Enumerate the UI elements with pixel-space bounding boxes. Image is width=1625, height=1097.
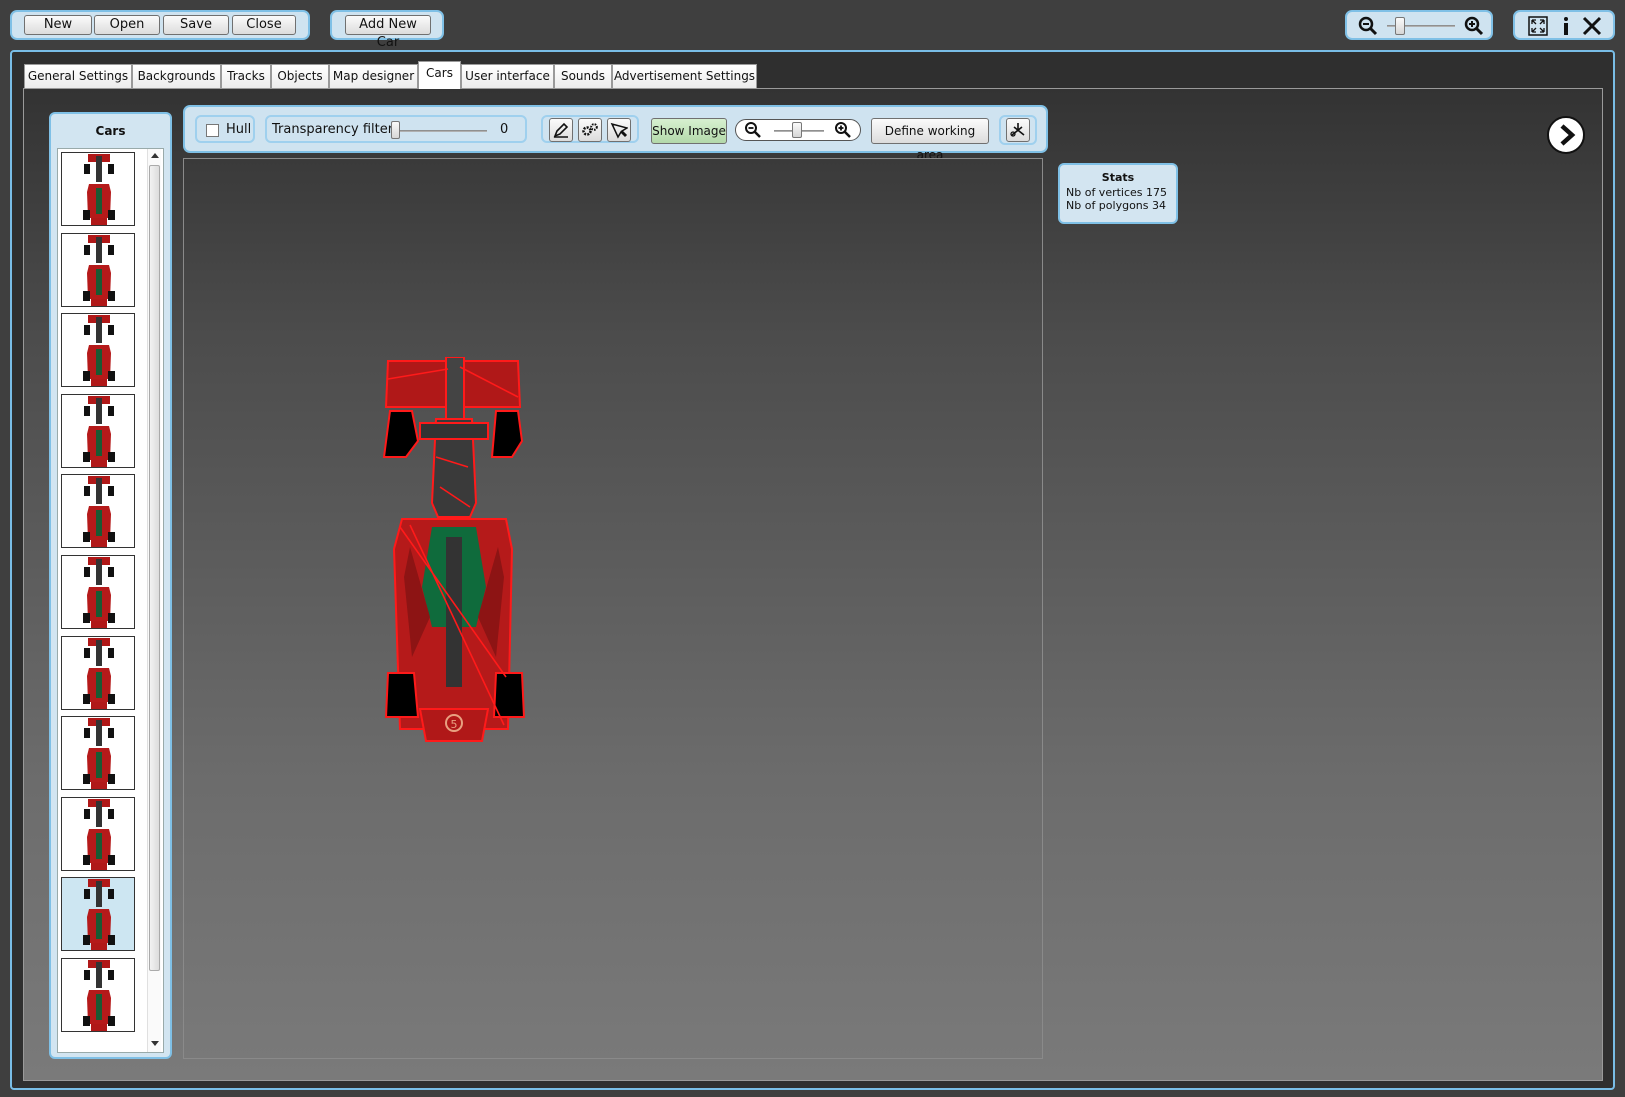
cars-list[interactable] xyxy=(57,148,164,1053)
car-thumbnail[interactable] xyxy=(61,393,135,468)
car-thumbnail[interactable] xyxy=(61,877,135,952)
crop-group xyxy=(999,115,1037,145)
car-thumbnail[interactable] xyxy=(61,555,135,629)
pen-icon xyxy=(553,122,569,138)
open-button[interactable]: Open xyxy=(94,15,160,35)
tab-cars[interactable]: Cars xyxy=(418,61,461,89)
car-thumbnail[interactable] xyxy=(61,313,135,388)
svg-text:5: 5 xyxy=(451,718,458,731)
cars-panel-title: Cars xyxy=(95,124,126,138)
draw-polygon-button[interactable] xyxy=(549,118,573,142)
car-thumbnail-image xyxy=(83,315,115,387)
tab-objects[interactable]: Objects xyxy=(271,64,329,88)
transparency-group: Transparency filter 0 xyxy=(265,115,527,143)
window-zoom-slider-thumb[interactable] xyxy=(1395,17,1405,35)
tab-advertisement-settings[interactable]: Advertisement Settings xyxy=(612,64,757,88)
add-new-car-button[interactable]: Add New Car xyxy=(345,15,431,50)
image-zoom-slider-thumb[interactable] xyxy=(792,122,802,138)
next-button[interactable] xyxy=(1547,116,1585,154)
zoom-toolbar xyxy=(1345,10,1493,40)
transparency-label: Transparency filter xyxy=(272,122,394,137)
new-button[interactable]: New xyxy=(24,15,92,35)
scroll-up-arrow-icon[interactable] xyxy=(151,153,159,158)
scroll-thumb[interactable] xyxy=(149,165,160,971)
car-thumbnail-image xyxy=(83,557,115,628)
polygons-label: Nb of polygons xyxy=(1066,199,1149,212)
zoom-out-icon[interactable] xyxy=(1357,15,1379,37)
car-thumbnail[interactable] xyxy=(61,635,135,710)
polygon-editor-canvas[interactable]: 5 xyxy=(183,158,1043,1059)
car-thumbnail-image xyxy=(83,234,115,306)
polygons-row: Nb of polygons 34 xyxy=(1066,199,1170,212)
car-toolbar: Add New Car xyxy=(330,10,444,50)
scissors-icon xyxy=(1010,123,1025,137)
vertices-label: Nb of vertices xyxy=(1066,186,1143,199)
car-thumbnail-image xyxy=(83,395,115,467)
generate-polygons-button[interactable] xyxy=(578,118,602,142)
tab-tracks[interactable]: Tracks xyxy=(221,64,271,88)
tab-user-interface[interactable]: User interface xyxy=(461,64,554,88)
image-zoom-out-icon[interactable] xyxy=(744,121,762,139)
car-thumbnail[interactable] xyxy=(61,474,135,549)
car-image: 5 xyxy=(382,357,526,742)
save-button[interactable]: Save xyxy=(163,15,229,35)
close-button[interactable]: Close xyxy=(232,15,296,35)
polygons-value: 34 xyxy=(1152,199,1166,212)
gears-icon xyxy=(582,123,598,136)
car-thumbnail-image xyxy=(83,879,115,951)
image-zoom-group xyxy=(735,119,861,141)
transparency-value: 0 xyxy=(500,122,509,137)
car-thumbnail-image xyxy=(83,798,115,870)
car-thumbnail-image xyxy=(83,637,115,709)
erase-polygon-button[interactable] xyxy=(607,118,631,142)
hull-group: Hull xyxy=(195,115,255,143)
car-thumbnail-image xyxy=(83,718,115,790)
car-thumbnail[interactable] xyxy=(61,796,135,871)
car-thumbnail-image xyxy=(83,154,115,225)
car-thumbnail-image xyxy=(83,476,115,548)
car-thumbnail[interactable] xyxy=(61,958,135,1032)
zoom-in-icon[interactable] xyxy=(1463,15,1485,37)
tab-map-designer[interactable]: Map designer xyxy=(329,64,418,88)
tab-sounds[interactable]: Sounds xyxy=(554,64,612,88)
stats-panel: Stats Nb of vertices 175 Nb of polygons … xyxy=(1058,163,1178,224)
hull-checkbox[interactable] xyxy=(206,124,219,137)
vertices-row: Nb of vertices 175 xyxy=(1066,186,1170,199)
chevron-right-icon xyxy=(1560,124,1576,146)
cars-list-scrollbar[interactable] xyxy=(147,149,161,1052)
fullscreen-icon[interactable] xyxy=(1527,15,1549,37)
image-zoom-in-icon[interactable] xyxy=(834,121,852,139)
tab-general-settings[interactable]: General Settings xyxy=(24,64,132,88)
stats-title: Stats xyxy=(1101,171,1135,184)
scroll-down-arrow-icon[interactable] xyxy=(151,1041,159,1046)
transparency-slider-track[interactable] xyxy=(391,130,487,132)
close-icon[interactable] xyxy=(1581,15,1603,37)
tab-backgrounds[interactable]: Backgrounds xyxy=(132,64,221,88)
car-thumbnail-image xyxy=(83,960,115,1031)
hull-label: Hull xyxy=(226,122,252,137)
car-thumbnail[interactable] xyxy=(61,716,135,791)
file-toolbar: New Open Save Close xyxy=(10,10,310,40)
info-icon[interactable] xyxy=(1555,15,1577,37)
define-working-area-button[interactable]: Define working area xyxy=(871,118,989,162)
transparency-slider-thumb[interactable] xyxy=(391,121,400,139)
show-image-button[interactable]: Show Image xyxy=(651,118,727,144)
eraser-icon xyxy=(610,122,628,139)
tools-group xyxy=(541,115,639,143)
crop-button[interactable] xyxy=(1006,118,1030,142)
vertices-value: 175 xyxy=(1146,186,1168,199)
editor-toolbar: Hull Transparency filter 0 Show Image De… xyxy=(183,105,1048,162)
car-thumbnail[interactable] xyxy=(61,152,135,226)
car-thumbnail[interactable] xyxy=(61,232,135,307)
window-controls xyxy=(1513,10,1615,40)
